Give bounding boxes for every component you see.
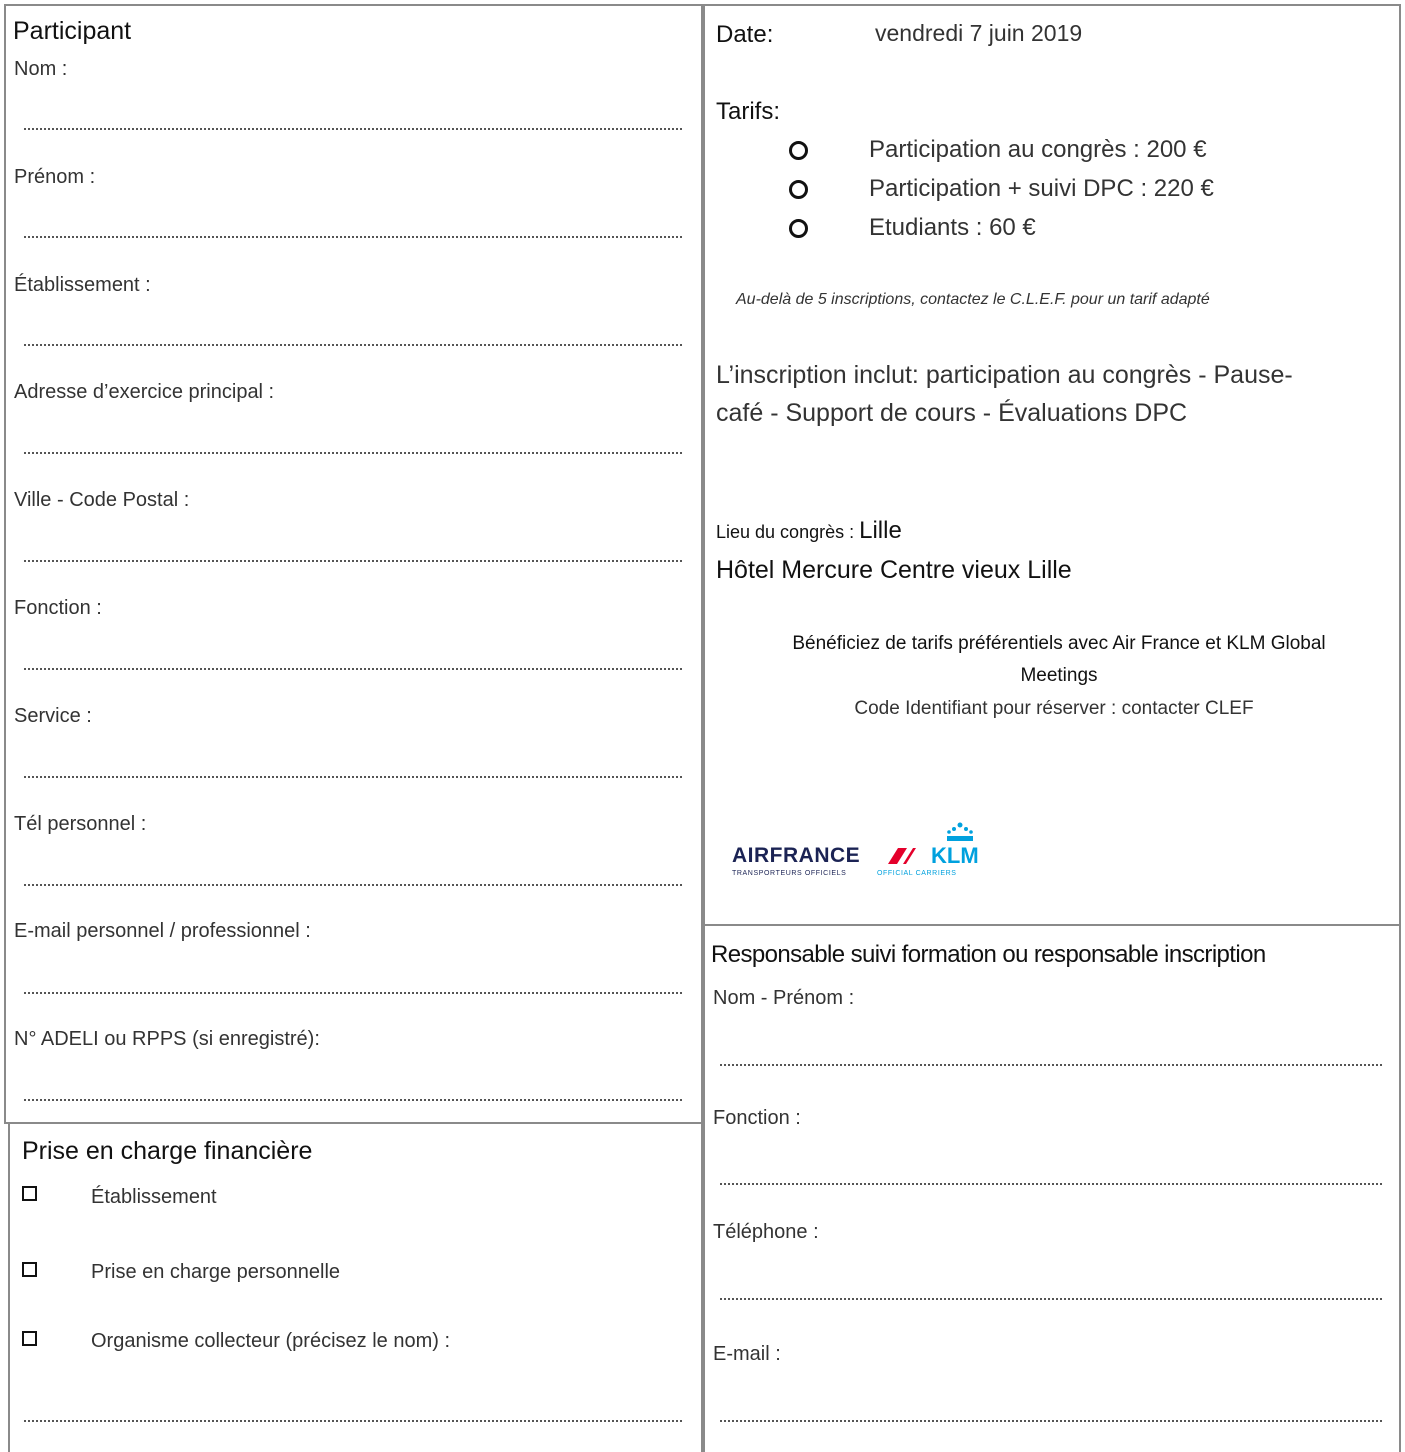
tarif-dpc-label: Participation + suivi DPC : 220 € [869,175,1214,202]
etablissement-option-label: Établissement [91,1186,217,1208]
service-label: Service : [14,705,92,727]
financement-title: Prise en charge financière [22,1137,313,1165]
klm-crown-icon [947,822,973,841]
resp-nom-prenom-field[interactable] [720,1064,1382,1066]
code-identifiant: Code Identifiant pour réserver : contact… [854,698,1254,719]
date-label: Date: [716,21,774,48]
etablissement-checkbox[interactable] [22,1186,37,1201]
financement-section [8,1122,703,1452]
promo-line2: Meetings [1020,665,1098,686]
logo-subtitle-left: TRANSPORTEURS OFFICIELS [732,870,847,877]
tarif-note: Au-delà de 5 inscriptions, contactez le … [736,291,1210,308]
email-label: E-mail personnel / professionnel : [14,920,311,942]
nom-field[interactable] [24,128,682,130]
responsable-title: Responsable suivi formation ou responsab… [711,941,1266,968]
resp-nom-prenom-label: Nom - Prénom : [713,987,855,1009]
ville-code-postal-field[interactable] [24,560,682,562]
date-value: vendredi 7 juin 2019 [875,20,1083,46]
tel-personnel-label: Tél personnel : [14,813,147,835]
organisme-name-field[interactable] [24,1420,682,1422]
organisme-option-label: Organisme collecteur (précisez le nom) : [91,1330,451,1352]
participant-title: Participant [13,17,132,45]
resp-fonction-label: Fonction : [713,1107,801,1129]
ville-code-postal-label: Ville - Code Postal : [14,489,190,511]
resp-email-field[interactable] [720,1420,1382,1422]
tel-personnel-field[interactable] [24,884,682,886]
resp-telephone-field[interactable] [720,1298,1382,1300]
airfrance-wordmark: AIRFRANCE [732,844,861,867]
resp-telephone-label: Téléphone : [713,1221,819,1243]
personnelle-checkbox[interactable] [22,1262,37,1277]
tarif-etudiants-radio[interactable] [789,219,808,238]
tarif-congres-radio[interactable] [789,141,808,160]
adresse-label: Adresse d’exercice principal : [14,381,275,403]
tarifs-title: Tarifs: [716,98,781,125]
inscription-inclut-line2: café - Support de cours - Évaluations DP… [716,399,1188,427]
lieu-label: Lieu du congrès : [716,522,860,542]
lieu-city: Lille [859,517,902,544]
participant-section [4,4,703,1124]
resp-email-label: E-mail : [713,1343,781,1365]
klm-wordmark: KLM [931,843,979,868]
etablissement-field[interactable] [24,344,682,346]
lieu-congres: Lieu du congrès : Lille [716,517,902,545]
adeli-rpps-label: N° ADELI ou RPPS (si enregistré): [14,1028,320,1050]
adeli-rpps-field[interactable] [24,1099,682,1101]
logo-subtitle-right: OFFICIAL CARRIERS [877,870,957,877]
tarif-congres-label: Participation au congrès : 200 € [869,136,1207,163]
resp-fonction-field[interactable] [720,1183,1382,1185]
airfrance-klm-logo: AIRFRANCE KLM TRANSPORTEURS OFFICIELS OF… [732,822,994,882]
promo-line1: Bénéficiez de tarifs préférentiels avec … [792,633,1326,654]
tarif-etudiants-label: Etudiants : 60 € [869,214,1036,241]
hotel-name: Hôtel Mercure Centre vieux Lille [716,556,1072,584]
airfrance-stripe-icon [888,848,916,864]
fonction-field[interactable] [24,668,682,670]
prenom-field[interactable] [24,236,682,238]
nom-label: Nom : [14,58,68,80]
etablissement-label: Établissement : [14,274,151,296]
organisme-checkbox[interactable] [22,1331,37,1346]
inscription-inclut-line1: L’inscription inclut: participation au c… [716,361,1293,389]
tarif-dpc-radio[interactable] [789,180,808,199]
adresse-field[interactable] [24,452,682,454]
fonction-label: Fonction : [14,597,102,619]
email-field[interactable] [24,992,682,994]
personnelle-option-label: Prise en charge personnelle [91,1261,341,1283]
prenom-label: Prénom : [14,166,96,188]
service-field[interactable] [24,776,682,778]
